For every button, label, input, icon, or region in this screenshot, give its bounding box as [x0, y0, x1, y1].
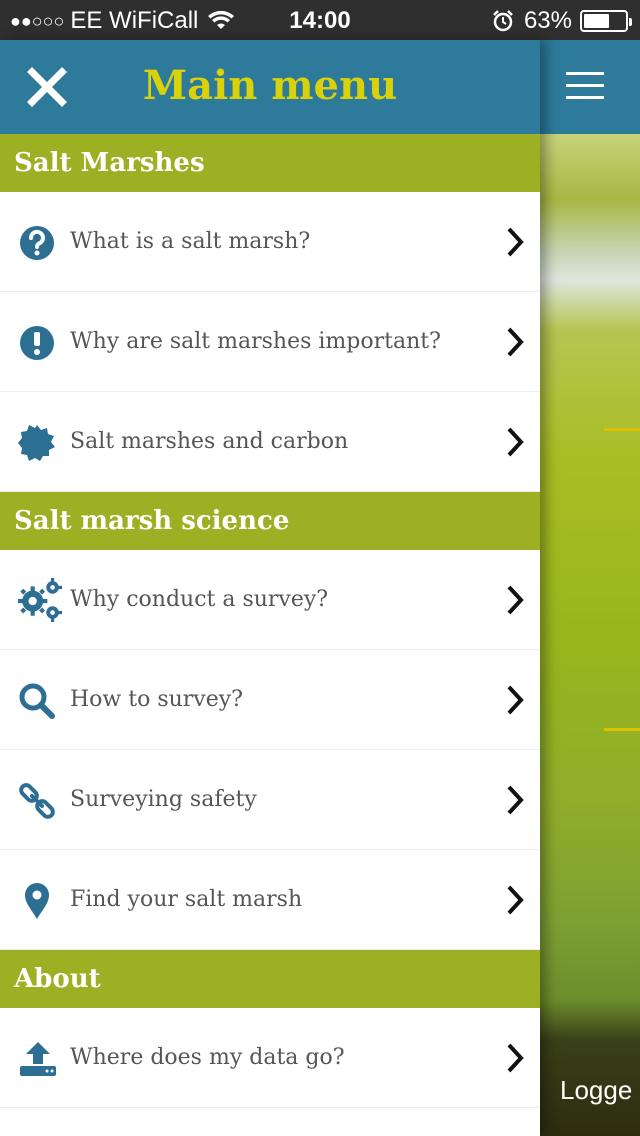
- link-icon: [19, 783, 55, 819]
- menu-item-carbon[interactable]: Salt marshes and carbon: [0, 392, 540, 492]
- menu-item-label: Salt marshes and carbon: [70, 429, 349, 454]
- menu-item-find-salt-marsh[interactable]: Find your salt marsh: [0, 850, 540, 950]
- status-bar: ●●○○○ EE WiFiCall 14:00 63%: [0, 0, 640, 40]
- menu-item-surveying-safety[interactable]: Surveying safety: [0, 750, 540, 850]
- chevron-right-icon: [507, 427, 524, 457]
- chevron-right-icon: [507, 685, 524, 715]
- chevron-right-icon: [507, 1043, 524, 1073]
- menu-item-what-is-salt-marsh[interactable]: What is a salt marsh?: [0, 192, 540, 292]
- background-header: [540, 40, 640, 134]
- menu-item-label: Surveying safety: [70, 787, 257, 812]
- chevron-right-icon: [507, 885, 524, 915]
- menu-item-label: Find your salt marsh: [70, 887, 303, 912]
- menu-item-why-survey[interactable]: Why conduct a survey?: [0, 550, 540, 650]
- menu-item-label: Why are salt marshes important?: [70, 329, 441, 354]
- menu-item-where-data-goes[interactable]: Where does my data go?: [0, 1008, 540, 1108]
- divider-line: [604, 728, 640, 731]
- menu-item-label: How to survey?: [70, 687, 243, 712]
- background-view[interactable]: Logge: [540, 40, 640, 1136]
- exclamation-circle-icon: [20, 326, 54, 360]
- battery-fill: [584, 14, 609, 28]
- search-icon: [19, 683, 55, 719]
- upload-icon: [20, 1042, 56, 1076]
- status-right: 63%: [492, 7, 632, 35]
- divider-line: [604, 428, 640, 431]
- menu-list: Salt Marshes What is a salt marsh? Why a…: [0, 134, 540, 1108]
- chevron-right-icon: [507, 227, 524, 257]
- menu-item-how-to-survey[interactable]: How to survey?: [0, 650, 540, 750]
- chevron-right-icon: [507, 585, 524, 615]
- section-header-about: About: [0, 950, 540, 1008]
- alarm-clock-icon: [493, 10, 513, 32]
- section-header-salt-marshes: Salt Marshes: [0, 134, 540, 192]
- section-header-salt-marsh-science: Salt marsh science: [0, 492, 540, 550]
- battery-nub: [629, 18, 632, 26]
- menu-item-label: Why conduct a survey?: [70, 587, 329, 612]
- drawer-header: Main menu: [0, 40, 540, 134]
- chevron-right-icon: [507, 327, 524, 357]
- gears-icon: [18, 578, 62, 622]
- logged-in-label: Logge: [560, 1075, 633, 1105]
- certificate-icon: [18, 425, 55, 461]
- menu-item-label: What is a salt marsh?: [70, 229, 311, 254]
- battery-percent: 63%: [523, 7, 572, 34]
- main-menu-drawer: Main menu Salt Marshes What is a salt ma…: [0, 40, 540, 1136]
- map-marker-icon: [25, 883, 49, 919]
- chevron-right-icon: [507, 785, 524, 815]
- page-title: Main menu: [142, 62, 398, 109]
- question-circle-icon: [20, 226, 54, 260]
- hamburger-menu-icon[interactable]: [566, 72, 604, 100]
- menu-item-label: Where does my data go?: [70, 1045, 345, 1070]
- menu-item-why-important[interactable]: Why are salt marshes important?: [0, 292, 540, 392]
- battery-icon: [580, 10, 632, 32]
